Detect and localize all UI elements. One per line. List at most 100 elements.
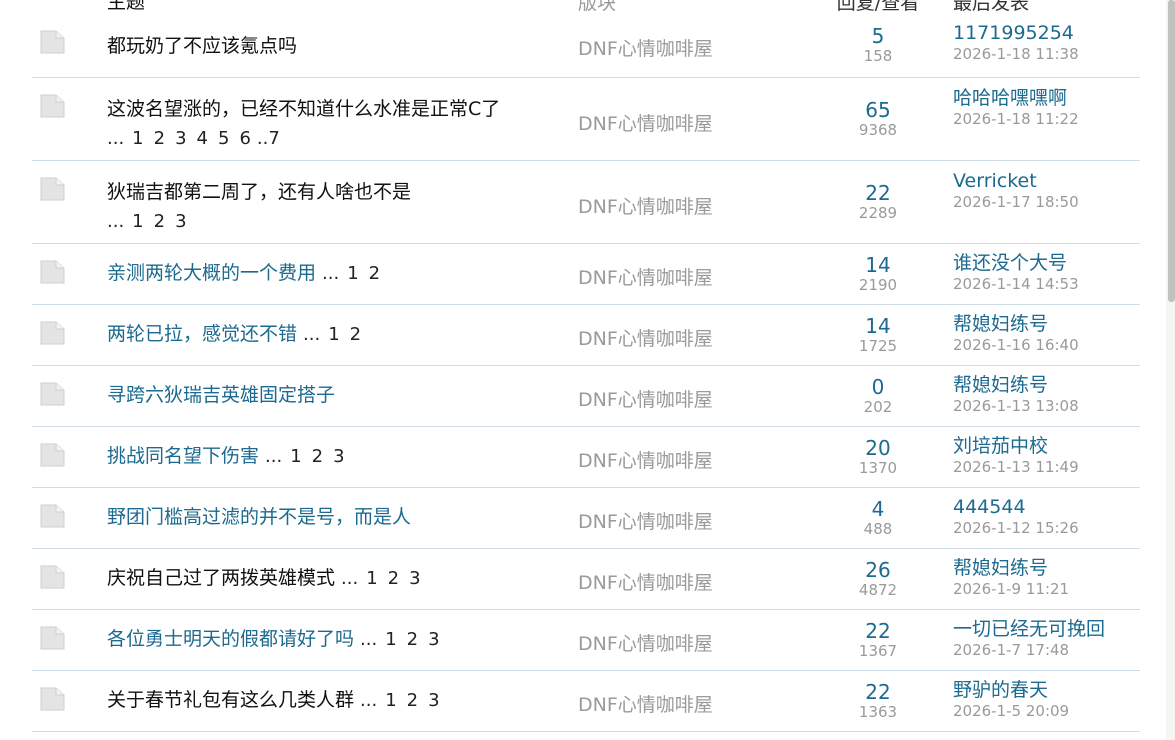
pagination-page-link[interactable]: 3: [175, 124, 186, 153]
thread-board-link[interactable]: DNF心情咖啡屋: [578, 629, 713, 656]
last-poster-link[interactable]: Verricket: [953, 170, 1079, 193]
pagination-page-link[interactable]: 3: [428, 625, 439, 654]
pagination-page-link[interactable]: 1: [366, 564, 377, 593]
thread-last-post: 一切已经无可挽回 2026-1-7 17:48: [953, 618, 1105, 660]
thread-title-link[interactable]: 亲测两轮大概的一个费用: [107, 262, 316, 284]
last-poster-link[interactable]: 哈哈哈嘿嘿啊: [953, 87, 1079, 110]
thread-title-link[interactable]: 庆祝自己过了两拨英雄模式: [107, 567, 335, 589]
thread-board-link[interactable]: DNF心情咖啡屋: [578, 385, 713, 412]
reply-count[interactable]: 0: [832, 376, 924, 398]
pagination-page-link[interactable]: 4: [197, 124, 208, 153]
pagination-page-link[interactable]: 2: [407, 625, 418, 654]
last-poster-link[interactable]: 帮媳妇练号: [953, 374, 1079, 397]
reply-count[interactable]: 22: [832, 620, 924, 642]
pagination-page-link[interactable]: 2: [407, 686, 418, 715]
pagination-page-link[interactable]: 2: [312, 442, 323, 471]
last-post-time[interactable]: 2026-1-16 16:40: [953, 336, 1079, 355]
last-poster-link[interactable]: 一切已经无可挽回: [953, 618, 1105, 641]
reply-count[interactable]: 22: [832, 681, 924, 703]
thread-stats: 5 158: [832, 25, 924, 65]
thread-board-link[interactable]: DNF心情咖啡屋: [578, 568, 713, 595]
last-poster-link[interactable]: 野驴的春天: [953, 679, 1069, 702]
last-post-time[interactable]: 2026-1-9 11:21: [953, 580, 1069, 599]
pagination-ellipsis: ...: [107, 211, 125, 232]
view-count: 202: [863, 398, 893, 416]
thread-title-link[interactable]: 各位勇士明天的假都请好了吗: [107, 628, 354, 650]
last-post-time[interactable]: 2026-1-13 13:08: [953, 397, 1079, 416]
thread-document-icon: [40, 382, 65, 406]
thread-board-link[interactable]: DNF心情咖啡屋: [578, 34, 713, 61]
pagination-page-link[interactable]: 6: [239, 124, 250, 153]
last-poster-link[interactable]: 1171995254: [953, 22, 1079, 45]
last-post-time[interactable]: 2026-1-18 11:22: [953, 110, 1079, 129]
reply-count[interactable]: 14: [832, 315, 924, 337]
last-post-time[interactable]: 2026-1-5 20:09: [953, 702, 1069, 721]
pagination-page-link[interactable]: 2: [388, 564, 399, 593]
thread-title-link[interactable]: 狄瑞吉都第二周了，还有人啥也不是: [107, 181, 411, 203]
pagination-page-link[interactable]: 1: [328, 320, 339, 349]
pagination-page-link[interactable]: 3: [333, 442, 344, 471]
reply-count[interactable]: 65: [832, 99, 924, 121]
pagination-page-link[interactable]: ..7: [257, 124, 280, 153]
thread-row: 都玩奶了不应该氪点吗 DNF心情咖啡屋 5 158 1171995254 2026-1-1…: [32, 16, 1140, 78]
thread-board-link[interactable]: DNF心情咖啡屋: [578, 109, 713, 136]
last-poster-link[interactable]: 刘培茄中校: [953, 435, 1079, 458]
reply-count[interactable]: 20: [832, 437, 924, 459]
pagination-page-link[interactable]: 1: [347, 259, 358, 288]
pagination-ellipsis: ...: [303, 324, 321, 345]
last-post-time[interactable]: 2026-1-12 15:26: [953, 519, 1079, 538]
pagination-page-link[interactable]: 2: [154, 124, 165, 153]
thread-board-link[interactable]: DNF心情咖啡屋: [578, 507, 713, 534]
thread-last-post: Verricket 2026-1-17 18:50: [953, 170, 1079, 212]
thread-row: 狄瑞吉都第二周了，还有人啥也不是... 1 2 3 DNF心情咖啡屋 22 2289 Verr…: [32, 161, 1140, 244]
reply-count[interactable]: 22: [832, 182, 924, 204]
thread-title-link[interactable]: 寻跨六狄瑞吉英雄固定搭子: [107, 384, 335, 406]
column-header-topic: 主题: [107, 0, 146, 13]
pagination-page-link[interactable]: 1: [290, 442, 301, 471]
last-poster-link[interactable]: 帮媳妇练号: [953, 557, 1069, 580]
thread-board-link[interactable]: DNF心情咖啡屋: [578, 192, 713, 219]
thread-topic: 野团门槛高过滤的并不是号，而是人: [107, 503, 577, 532]
thread-board-link[interactable]: DNF心情咖啡屋: [578, 324, 713, 351]
thread-board-link[interactable]: DNF心情咖啡屋: [578, 263, 713, 290]
thread-title-link[interactable]: 关于春节礼包有这么几类人群: [107, 689, 354, 711]
thread-stats: 20 1370: [832, 437, 924, 477]
thread-board-link[interactable]: DNF心情咖啡屋: [578, 446, 713, 473]
thread-title-link[interactable]: 野团门槛高过滤的并不是号，而是人: [107, 506, 411, 528]
pagination-page-link[interactable]: 2: [154, 207, 165, 236]
last-post-time[interactable]: 2026-1-18 11:38: [953, 45, 1079, 64]
thread-title-link[interactable]: 这波名望涨的，已经不知道什么水准是正常C了: [107, 98, 500, 120]
last-post-time[interactable]: 2026-1-14 14:53: [953, 275, 1079, 294]
reply-count[interactable]: 14: [832, 254, 924, 276]
reply-count[interactable]: 26: [832, 559, 924, 581]
thread-title-link[interactable]: 都玩奶了不应该氪点吗: [107, 35, 297, 57]
thread-row: 关于春节礼包有这么几类人群... 1 2 3 DNF心情咖啡屋 22 1363 野驴的春天 20…: [32, 671, 1140, 732]
last-poster-link[interactable]: 444544: [953, 496, 1079, 519]
pagination-page-link[interactable]: 2: [350, 320, 361, 349]
last-post-time[interactable]: 2026-1-7 17:48: [953, 641, 1105, 660]
pagination-page-link[interactable]: 1: [132, 207, 143, 236]
last-post-time[interactable]: 2026-1-13 11:49: [953, 458, 1079, 477]
scrollbar-thumb[interactable]: [1168, 0, 1175, 302]
last-post-time[interactable]: 2026-1-17 18:50: [953, 193, 1079, 212]
pagination-page-link[interactable]: 3: [409, 564, 420, 593]
thread-title-link[interactable]: 两轮已拉，感觉还不错: [107, 323, 297, 345]
thread-board-link[interactable]: DNF心情咖啡屋: [578, 690, 713, 717]
pagination-page-link[interactable]: 3: [175, 207, 186, 236]
pagination-page-link[interactable]: 5: [218, 124, 229, 153]
thread-document-icon: [40, 443, 65, 467]
view-count: 2289: [858, 204, 898, 222]
pagination-page-link[interactable]: 1: [385, 625, 396, 654]
thread-last-post: 帮媳妇练号 2026-1-16 16:40: [953, 313, 1079, 355]
thread-document-icon: [40, 260, 65, 284]
reply-count[interactable]: 5: [832, 25, 924, 47]
reply-count[interactable]: 4: [832, 498, 924, 520]
pagination-page-link[interactable]: 1: [385, 686, 396, 715]
pagination-ellipsis: ...: [341, 568, 359, 589]
pagination-page-link[interactable]: 3: [428, 686, 439, 715]
thread-title-link[interactable]: 挑战同名望下伤害: [107, 445, 259, 467]
last-poster-link[interactable]: 谁还没个大号: [953, 252, 1079, 275]
pagination-page-link[interactable]: 2: [369, 259, 380, 288]
pagination-page-link[interactable]: 1: [132, 124, 143, 153]
last-poster-link[interactable]: 帮媳妇练号: [953, 313, 1079, 336]
